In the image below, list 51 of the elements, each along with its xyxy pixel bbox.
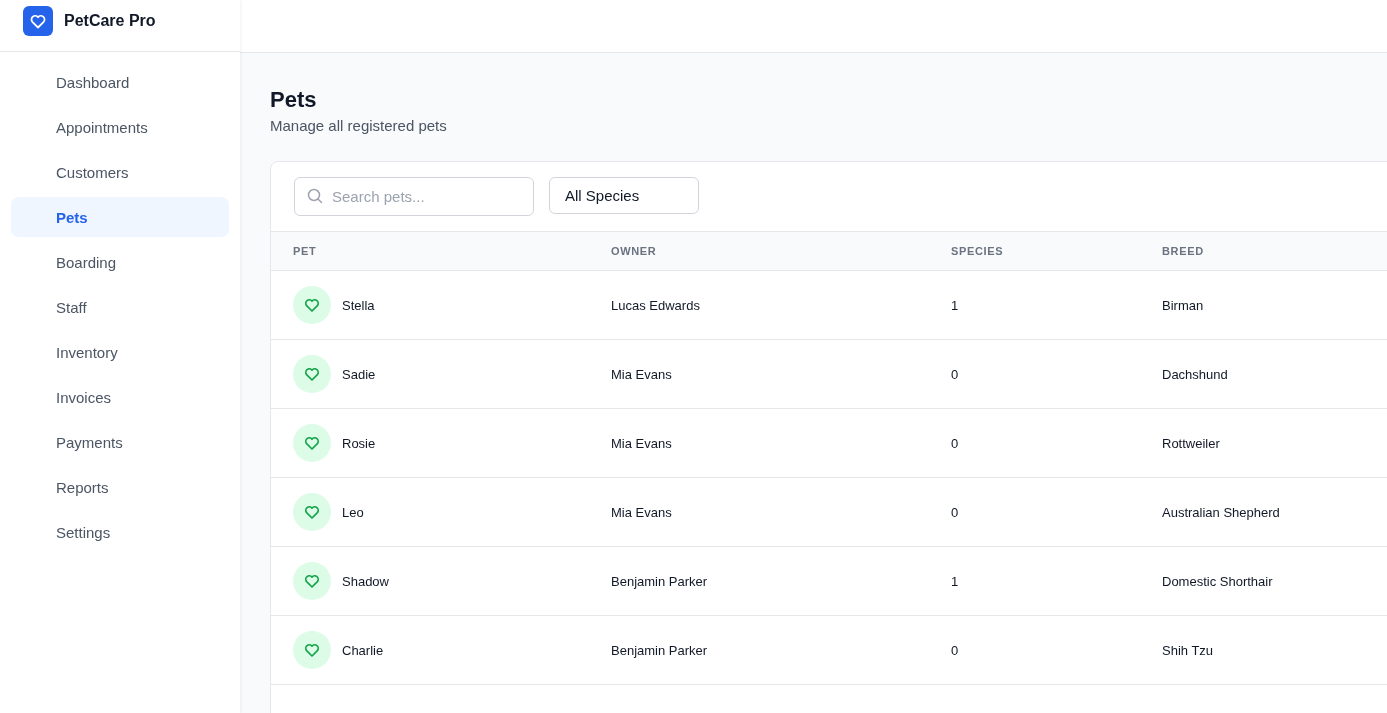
breed-cell-text: Dachshund [1162,366,1229,382]
sidebar-item[interactable]: Dashboard [11,62,229,102]
heart-logo-icon [23,6,53,36]
heart-avatar-icon [293,355,331,393]
column-header: OWNER [611,245,658,257]
breed-cell-text: Shih Tzu [1162,642,1215,658]
owner-cell-text: Mia Evans [611,435,673,451]
pet-name: Charlie [342,642,384,658]
column-header: PET [292,245,318,257]
species-cell-text: 0 [951,366,960,382]
owner-cell-text: Benjamin Parker [611,642,709,658]
breed-cell-text: Domestic Shorthair [1162,573,1274,589]
page-subtitle: Manage all registered pets [270,117,448,134]
search-field[interactable]: Search pets... [294,177,534,216]
breed-cell-text: Rottweiler [1162,435,1221,451]
sidebar-item[interactable]: Staff [11,287,229,327]
heart-avatar-icon [293,631,331,669]
pet-name: Sadie [342,366,376,382]
species-dropdown[interactable]: All Species [549,177,699,214]
column-header: BREED [1162,245,1205,257]
sidebar-item[interactable]: Invoices [11,377,229,417]
pet-name: Leo [342,504,364,520]
species-cell-text: 1 [951,297,960,313]
pet-name: Shadow [342,573,389,589]
sidebar-item[interactable]: Appointments [11,107,229,147]
column-header: SPECIES [951,245,1005,257]
app-name: PetCare Pro [64,12,156,30]
species-cell-text: 0 [951,504,960,520]
sidebar-item[interactable]: Pets [11,197,229,237]
species-cell-text: 1 [951,573,960,589]
sidebar-item[interactable]: Payments [11,422,229,462]
sidebar-item[interactable]: Boarding [11,242,229,282]
heart-avatar-icon [293,286,331,324]
breed-cell-text: Birman [1162,297,1205,313]
pet-name: Stella [342,297,375,313]
owner-cell-text: Mia Evans [611,504,673,520]
breed-cell-text: Australian Shepherd [1162,504,1281,520]
sidebar-item[interactable]: Reports [11,467,229,507]
owner-cell-text: Mia Evans [611,366,673,382]
sidebar-item[interactable]: Customers [11,152,229,192]
heart-avatar-icon [293,424,331,462]
owner-cell-text: Lucas Edwards [611,297,701,313]
heart-avatar-icon [293,493,331,531]
pet-name: Rosie [342,435,376,451]
heart-avatar-icon [293,562,331,600]
species-cell-text: 0 [951,642,960,658]
owner-cell-text: Benjamin Parker [611,573,709,589]
page-title: Pets [270,87,318,113]
sidebar-item[interactable]: Settings [11,512,229,552]
sidebar-item[interactable]: Inventory [11,332,229,372]
species-cell-text: 0 [951,435,960,451]
